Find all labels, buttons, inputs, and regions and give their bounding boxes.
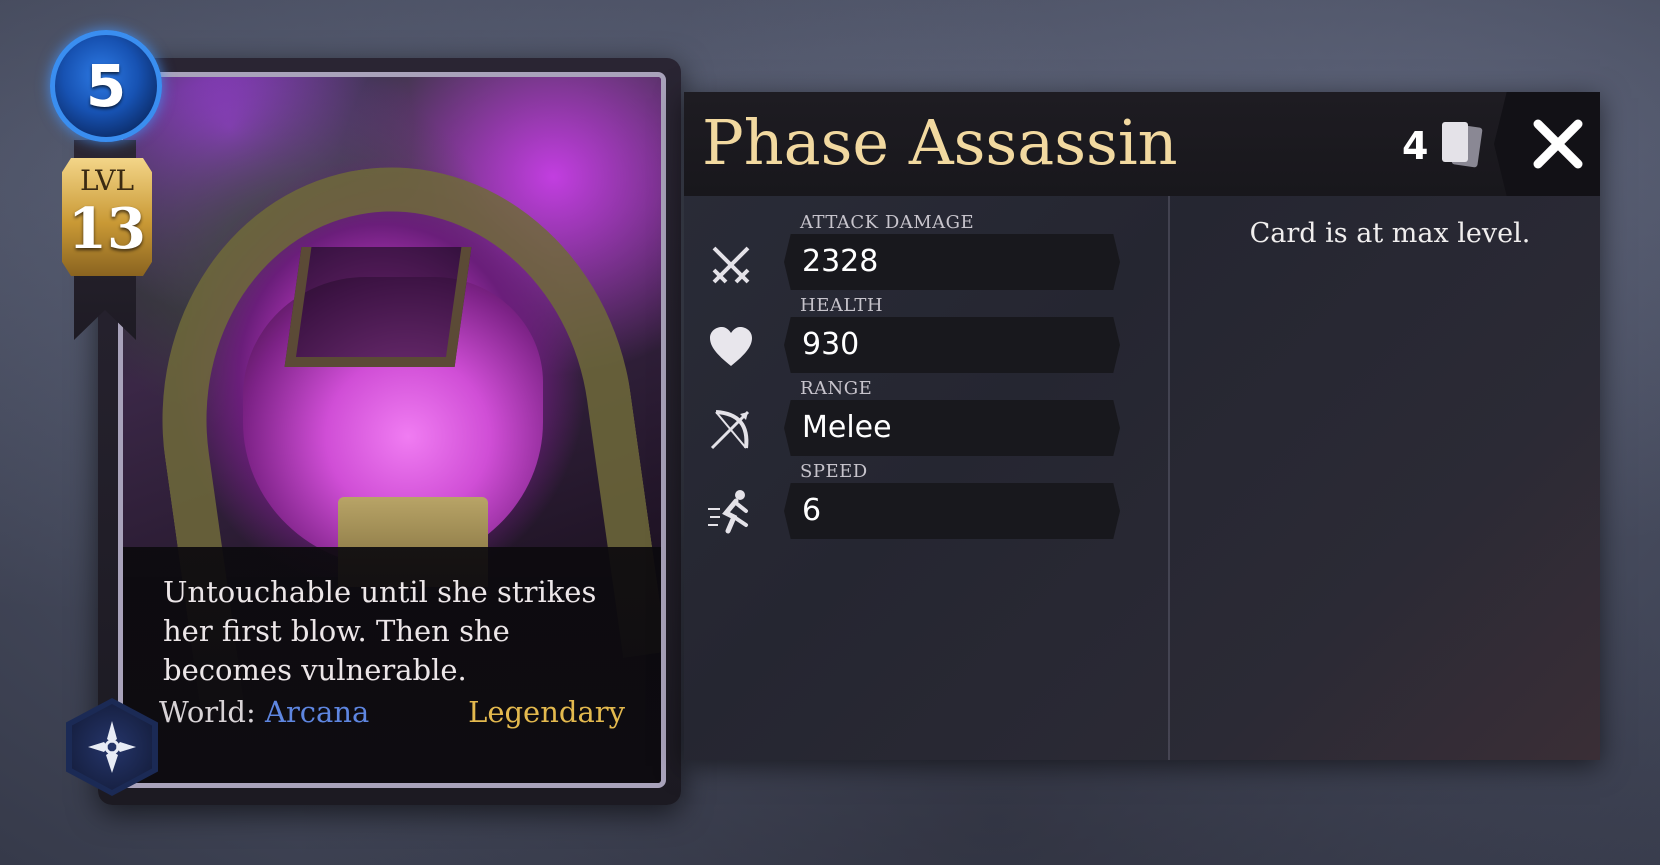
card-footer: World: Arcana Legendary	[159, 695, 629, 735]
stat-label-speed: SPEED	[800, 461, 868, 482]
running-figure-icon	[708, 490, 748, 534]
card[interactable]: Untouchable until she strikes her first …	[118, 72, 666, 788]
bow-icon	[710, 410, 750, 450]
max-level-message: Card is at max level.	[1249, 218, 1531, 249]
stat-box-attack: 2328	[784, 234, 1120, 290]
card-title: Phase Assassin	[702, 106, 1178, 179]
stat-value-attack: 2328	[802, 244, 879, 279]
rarity-label: Legendary	[468, 695, 625, 729]
stat-label-health: HEALTH	[800, 295, 884, 316]
cost-value: 5	[85, 52, 127, 120]
panel-header: Phase Assassin 4	[684, 92, 1600, 196]
stat-value-health: 930	[802, 327, 860, 362]
cost-gem: 5	[50, 30, 162, 142]
visor-art	[284, 247, 472, 367]
card-copies-icon	[1442, 122, 1483, 168]
stat-value-range: Melee	[802, 410, 892, 445]
card-textbox: Untouchable until she strikes her first …	[123, 547, 661, 783]
close-button[interactable]	[1494, 92, 1600, 196]
level-value: 13	[68, 196, 146, 262]
arcana-star-icon	[88, 721, 136, 773]
world-value: Arcana	[265, 695, 370, 729]
panel-divider	[1168, 196, 1170, 760]
level-label: LVL	[79, 164, 135, 197]
world-label: World:	[159, 695, 256, 729]
crossed-swords-icon	[712, 246, 750, 284]
heart-icon	[710, 327, 752, 366]
copies-count: 4	[1402, 124, 1429, 168]
card-description: Untouchable until she strikes her first …	[163, 575, 597, 687]
stat-box-range: Melee	[784, 400, 1120, 456]
stat-label-attack: ATTACK DAMAGE	[800, 212, 975, 233]
stat-value-speed: 6	[802, 493, 822, 528]
stat-box-speed: 6	[784, 483, 1120, 539]
stat-box-health: 930	[784, 317, 1120, 373]
card-info-panel: Phase Assassin 4 ATTACK DAMAGE 2328 HEAL…	[684, 92, 1600, 760]
stat-label-range: RANGE	[800, 378, 873, 399]
close-icon	[1533, 119, 1583, 169]
card-art	[123, 77, 661, 718]
level-badge: LVL 13	[62, 158, 152, 276]
